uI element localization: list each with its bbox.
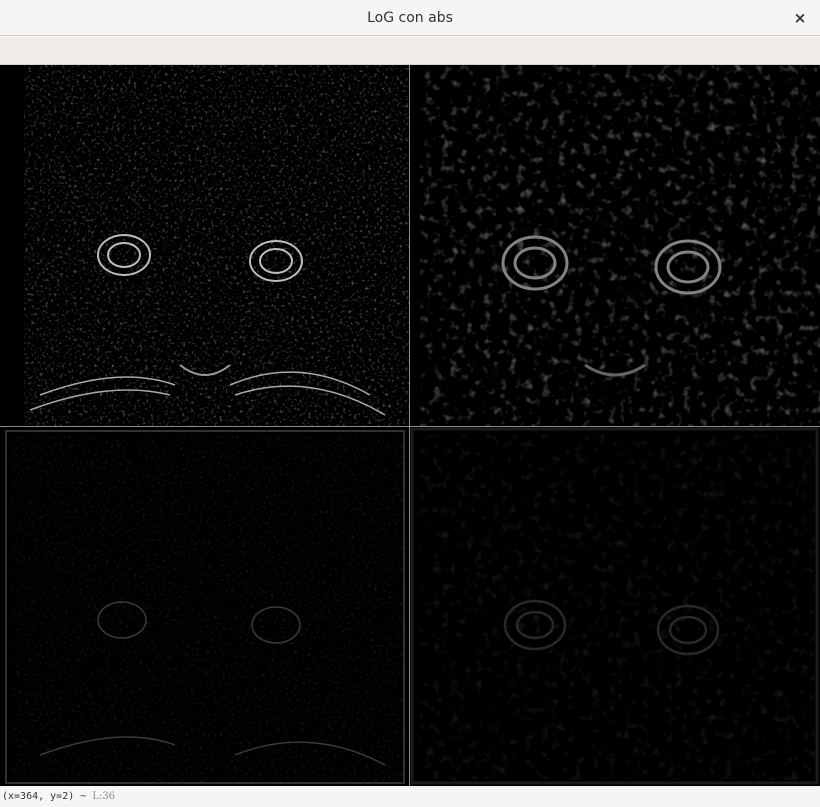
log-panel-bottom-right bbox=[410, 427, 820, 786]
cursor-coordinates: (x=364, y=2) ~ bbox=[2, 791, 93, 802]
log-panel-bottom-left bbox=[0, 427, 409, 786]
log-panel-top-right bbox=[410, 65, 820, 426]
log-image-grid bbox=[0, 65, 820, 786]
pixel-value: L:36 bbox=[92, 791, 116, 802]
title-bar: LoG con abs × bbox=[0, 0, 820, 36]
toolbar bbox=[0, 37, 820, 65]
close-icon[interactable]: × bbox=[790, 8, 810, 28]
image-canvas[interactable] bbox=[0, 65, 820, 786]
window-title: LoG con abs bbox=[367, 10, 453, 26]
status-bar: (x=364, y=2) ~ L:36 bbox=[0, 786, 820, 807]
log-panel-top-left bbox=[0, 65, 409, 426]
status-text: (x=364, y=2) ~ L:36 bbox=[2, 791, 115, 802]
